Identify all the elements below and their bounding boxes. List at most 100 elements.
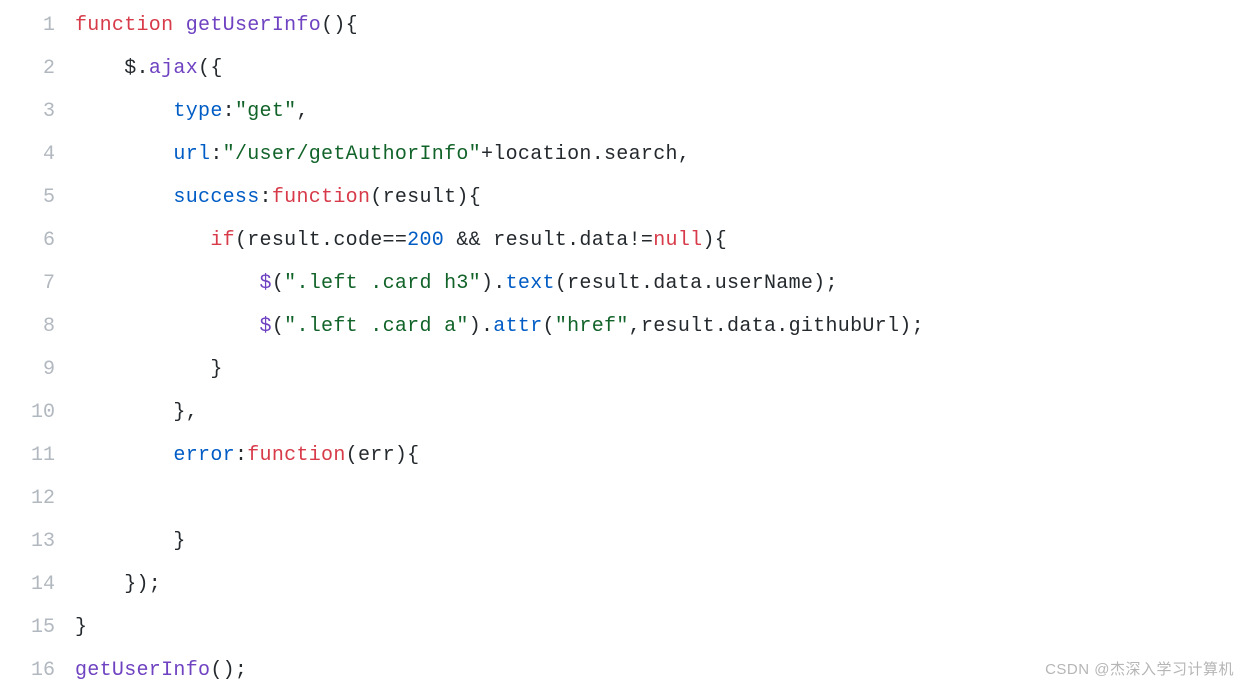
token-pn bbox=[75, 186, 173, 209]
token-pn: && result.data!= bbox=[444, 229, 653, 252]
token-pn: (); bbox=[210, 659, 247, 682]
token-str: "/user/getAuthorInfo" bbox=[223, 143, 481, 166]
line-number: 7 bbox=[0, 262, 75, 305]
line-content: } bbox=[75, 520, 1244, 563]
token-str: "href" bbox=[555, 315, 629, 338]
token-pn: ){ bbox=[702, 229, 727, 252]
line-content: } bbox=[75, 606, 1244, 649]
token-pn: ( bbox=[543, 315, 555, 338]
token-kw: function bbox=[247, 444, 345, 467]
line-number: 14 bbox=[0, 563, 75, 606]
line-number: 15 bbox=[0, 606, 75, 649]
code-line: 7 $(".left .card h3").text(result.data.u… bbox=[0, 262, 1244, 305]
token-pn: , bbox=[296, 100, 308, 123]
line-number: 4 bbox=[0, 133, 75, 176]
code-line: 3 type:"get", bbox=[0, 90, 1244, 133]
token-attr: url bbox=[173, 143, 210, 166]
token-fn: $ bbox=[260, 315, 272, 338]
code-line: 15} bbox=[0, 606, 1244, 649]
token-pn: } bbox=[75, 358, 223, 381]
line-number: 3 bbox=[0, 90, 75, 133]
token-pn: : bbox=[235, 444, 247, 467]
line-content: }, bbox=[75, 391, 1244, 434]
code-line: 14 }); bbox=[0, 563, 1244, 606]
line-content: if(result.code==200 && result.data!=null… bbox=[75, 219, 1244, 262]
code-line: 8 $(".left .card a").attr("href",result.… bbox=[0, 305, 1244, 348]
token-pn: ({ bbox=[198, 57, 223, 80]
line-number: 10 bbox=[0, 391, 75, 434]
line-content: $.ajax({ bbox=[75, 47, 1244, 90]
token-pn: (result.code== bbox=[235, 229, 407, 252]
token-attr: text bbox=[506, 272, 555, 295]
code-line: 13 } bbox=[0, 520, 1244, 563]
code-block: 1function getUserInfo(){2 $.ajax({3 type… bbox=[0, 0, 1244, 696]
token-pn bbox=[75, 315, 260, 338]
line-content: type:"get", bbox=[75, 90, 1244, 133]
line-content: }); bbox=[75, 563, 1244, 606]
token-pn: } bbox=[75, 616, 87, 639]
token-attr: type bbox=[173, 100, 222, 123]
line-content: } bbox=[75, 348, 1244, 391]
token-pn bbox=[75, 272, 260, 295]
code-line: 2 $.ajax({ bbox=[0, 47, 1244, 90]
token-str: ".left .card a" bbox=[284, 315, 469, 338]
token-fn: $ bbox=[260, 272, 272, 295]
line-content bbox=[75, 477, 1244, 520]
line-content: $(".left .card a").attr("href",result.da… bbox=[75, 305, 1244, 348]
code-lines: 1function getUserInfo(){2 $.ajax({3 type… bbox=[0, 4, 1244, 692]
line-content: getUserInfo(); bbox=[75, 649, 1244, 692]
line-number: 12 bbox=[0, 477, 75, 520]
token-kw: function bbox=[272, 186, 370, 209]
token-pn: $. bbox=[75, 57, 149, 80]
line-number: 1 bbox=[0, 4, 75, 47]
line-number: 9 bbox=[0, 348, 75, 391]
token-pn bbox=[75, 444, 173, 467]
line-number: 11 bbox=[0, 434, 75, 477]
token-fn: getUserInfo bbox=[75, 659, 210, 682]
token-pn: (err){ bbox=[346, 444, 420, 467]
code-line: 12 bbox=[0, 477, 1244, 520]
token-pn: ). bbox=[469, 315, 494, 338]
token-attr: success bbox=[173, 186, 259, 209]
token-fn: getUserInfo bbox=[186, 14, 321, 37]
token-pn: : bbox=[223, 100, 235, 123]
token-pn: ( bbox=[272, 315, 284, 338]
line-number: 16 bbox=[0, 649, 75, 692]
token-attr: attr bbox=[493, 315, 542, 338]
line-number: 13 bbox=[0, 520, 75, 563]
code-line: 1function getUserInfo(){ bbox=[0, 4, 1244, 47]
token-pn bbox=[75, 100, 173, 123]
token-kw: if bbox=[210, 229, 235, 252]
line-number: 2 bbox=[0, 47, 75, 90]
token-pn: } bbox=[75, 530, 186, 553]
token-pn bbox=[75, 143, 173, 166]
line-number: 6 bbox=[0, 219, 75, 262]
token-pn: : bbox=[210, 143, 222, 166]
line-content: $(".left .card h3").text(result.data.use… bbox=[75, 262, 1244, 305]
token-pn bbox=[75, 229, 210, 252]
line-content: error:function(err){ bbox=[75, 434, 1244, 477]
token-pn: (result.data.userName); bbox=[555, 272, 838, 295]
line-content: success:function(result){ bbox=[75, 176, 1244, 219]
token-pn: ,result.data.githubUrl); bbox=[629, 315, 924, 338]
code-line: 5 success:function(result){ bbox=[0, 176, 1244, 219]
token-pn: : bbox=[260, 186, 272, 209]
token-pn: }); bbox=[75, 573, 161, 596]
token-fn: ajax bbox=[149, 57, 198, 80]
code-line: 9 } bbox=[0, 348, 1244, 391]
token-num: 200 bbox=[407, 229, 444, 252]
code-line: 4 url:"/user/getAuthorInfo"+location.sea… bbox=[0, 133, 1244, 176]
token-pn: }, bbox=[75, 401, 198, 424]
code-line: 10 }, bbox=[0, 391, 1244, 434]
token-str: "get" bbox=[235, 100, 297, 123]
code-line: 6 if(result.code==200 && result.data!=nu… bbox=[0, 219, 1244, 262]
line-number: 8 bbox=[0, 305, 75, 348]
token-pn: (result){ bbox=[370, 186, 481, 209]
token-kw: null bbox=[653, 229, 702, 252]
token-pn: (){ bbox=[321, 14, 358, 37]
line-content: url:"/user/getAuthorInfo"+location.searc… bbox=[75, 133, 1244, 176]
token-pn: ). bbox=[481, 272, 506, 295]
line-number: 5 bbox=[0, 176, 75, 219]
token-pn: +location.search, bbox=[481, 143, 690, 166]
token-pn bbox=[173, 14, 185, 37]
